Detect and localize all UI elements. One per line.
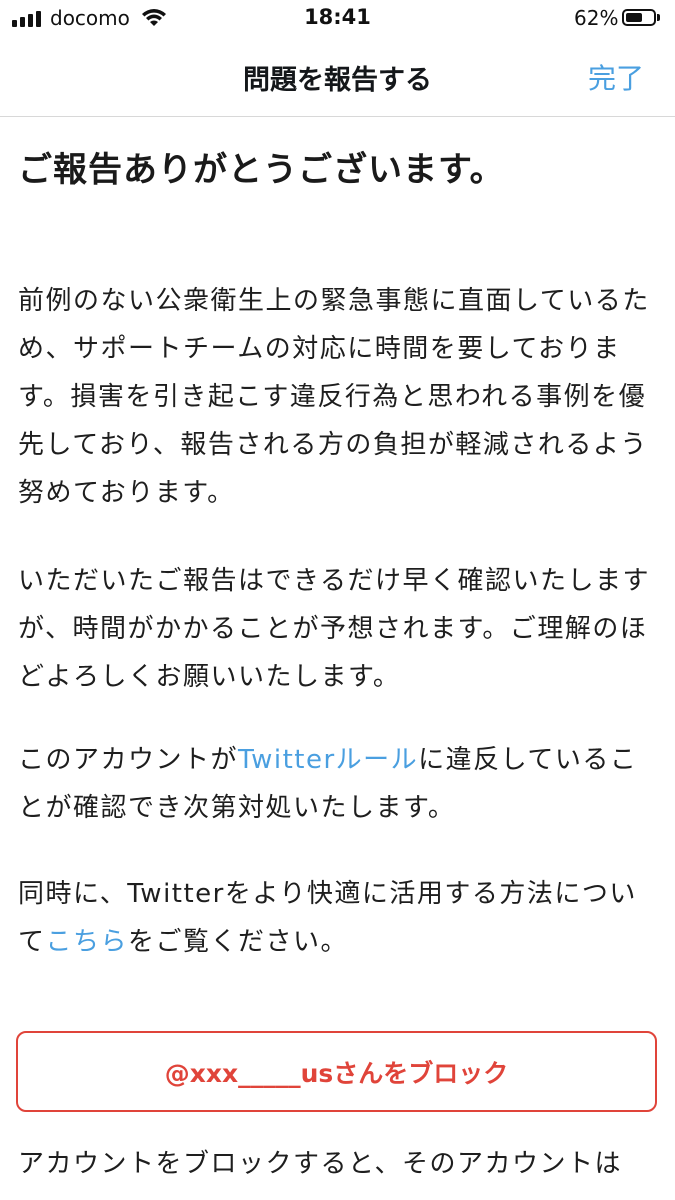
battery-icon — [622, 9, 656, 26]
battery-level-fill — [626, 13, 642, 22]
navigation-bar: 問題を報告する 完了 — [0, 36, 675, 117]
block-account-button-label: @xxx_____usさんをブロック — [164, 1058, 509, 1088]
paragraph-tips: 同時に、Twitterをより快適に活用する方法についてこちらをご覧ください。 — [18, 870, 658, 966]
confirmation-heading-container: ご報告ありがとうございます。 — [18, 150, 658, 191]
battery-percent: 62% — [574, 6, 619, 30]
status-bar: docomo 18:41 62% — [0, 0, 675, 36]
paragraph-rules-text-before: このアカウントが — [18, 745, 239, 775]
paragraph-tips-text-after: をご覧ください。 — [128, 927, 349, 957]
page-title: 問題を報告する — [243, 65, 432, 96]
paragraph-block-explanation: アカウントをブロックすると、そのアカウントは — [18, 1149, 622, 1179]
paragraph-support-delay: 前例のない公衆衛生上の緊急事態に直面しているため、サポートチームの対応に時間を要… — [18, 286, 650, 508]
battery-nub — [657, 14, 660, 21]
paragraph-review-notice: いただいたご報告はできるだけ早く確認いたしますが、時間がかかることが予想されます… — [18, 566, 650, 692]
block-account-button[interactable]: @xxx_____usさんをブロック — [16, 1031, 657, 1112]
paragraph-rules-violation: このアカウントがTwitterルールに違反していることが確認でき次第対処いたしま… — [18, 736, 658, 832]
confirmation-heading: ご報告ありがとうございます。 — [18, 150, 505, 190]
tips-here-link[interactable]: こちら — [46, 927, 129, 957]
twitter-rules-link[interactable]: Twitterルール — [238, 745, 418, 775]
done-button[interactable]: 完了 — [588, 57, 644, 97]
